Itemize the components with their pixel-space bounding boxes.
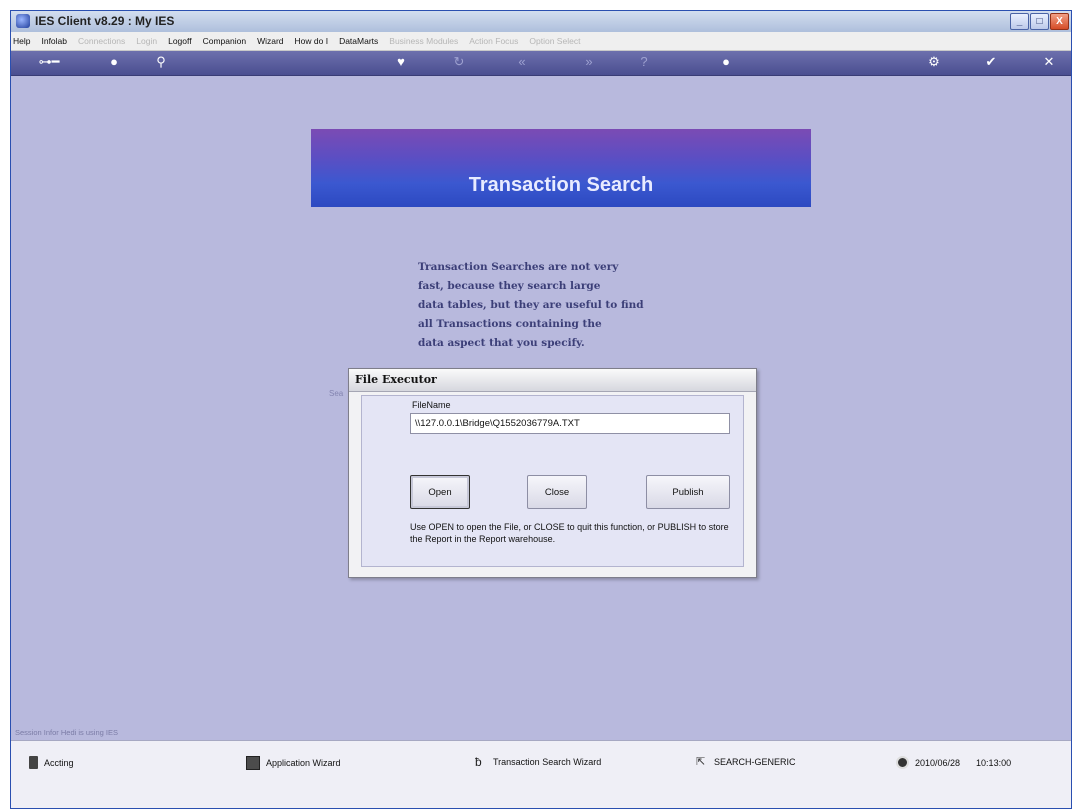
window-title: IES Client v8.29 : My IES xyxy=(35,14,175,28)
menu-login: Login xyxy=(136,36,158,46)
settings-icon[interactable]: ⚙ xyxy=(926,54,942,70)
info-icon[interactable]: ● xyxy=(106,54,122,70)
menu-companion[interactable]: Companion xyxy=(203,36,246,46)
heart-icon[interactable]: ♥ xyxy=(393,54,409,70)
task-txn-wizard-label: Transaction Search Wizard xyxy=(493,757,602,767)
search-icon[interactable]: ⚲ xyxy=(153,54,169,70)
menu-option-select: Option Select xyxy=(529,36,581,46)
minimize-button[interactable]: _ xyxy=(1010,13,1029,30)
status-line: Session Infor Hedi is using IES xyxy=(15,728,118,737)
key-icon[interactable]: ⊶━ xyxy=(29,54,69,70)
back-icon[interactable]: « xyxy=(514,54,530,70)
task-application-wizard[interactable]: Application Wizard xyxy=(246,756,341,770)
page-description: Transaction Searches are not very fast, … xyxy=(418,261,644,349)
time-label: 10:13:00 xyxy=(976,757,1012,768)
task-accounting[interactable]: Accting xyxy=(29,756,74,769)
dialog-help-text: Use OPEN to open the File, or CLOSE to q… xyxy=(410,522,729,544)
menu-business-modules: Business Modules xyxy=(389,36,459,46)
close-button[interactable]: Close xyxy=(527,475,587,509)
toolbar: ⊶━ ● ⚲ ♥ ↻ « » ? ● ⚙ ✔ ✕ xyxy=(11,51,1071,76)
task-transaction-search-wizard[interactable]: ƀ Transaction Search Wizard xyxy=(475,756,601,768)
page-banner: Transaction Search xyxy=(311,129,811,207)
menu-connections: Connections xyxy=(78,36,126,46)
menu-infolab[interactable]: Infolab xyxy=(41,36,67,46)
search-label-partial: Sea xyxy=(329,389,344,398)
help-icon[interactable]: ? xyxy=(636,54,652,70)
taskbar: Accting Application Wizard ƀ Transaction… xyxy=(11,740,1071,808)
task-search-generic[interactable]: ⇱ SEARCH-GENERIC xyxy=(696,756,796,768)
app-logo-icon xyxy=(16,14,30,28)
menu-logoff[interactable]: Logoff xyxy=(168,36,191,46)
accounting-icon xyxy=(29,756,38,769)
check-icon[interactable]: ✔ xyxy=(983,54,999,70)
date-label: 2010/06/28 xyxy=(915,757,961,768)
dialog-body: FileName Open Close Publish Use OPEN to … xyxy=(361,395,744,567)
forward-icon[interactable]: » xyxy=(581,54,597,70)
filename-input[interactable] xyxy=(410,413,730,434)
transaction-wizard-icon: ƀ xyxy=(475,755,482,769)
circle-icon[interactable]: ● xyxy=(718,54,734,70)
menu-how-do-i[interactable]: How do I xyxy=(295,36,329,46)
open-button[interactable]: Open xyxy=(410,475,470,509)
task-search-generic-label: SEARCH-GENERIC xyxy=(714,757,796,767)
menu-action-focus: Action Focus xyxy=(469,36,519,46)
search-generic-icon: ⇱ xyxy=(696,756,706,768)
file-executor-dialog: File Executor FileName Open Close Publis… xyxy=(348,368,757,578)
wizard-icon xyxy=(246,756,260,770)
window-controls: _ □ X xyxy=(1010,13,1069,30)
app-window: IES Client v8.29 : My IES _ □ X Help Inf… xyxy=(10,10,1072,809)
filename-label: FileName xyxy=(412,400,451,410)
maximize-button[interactable]: □ xyxy=(1030,13,1049,30)
date-time-display: 2010/06/28 10:13:00 xyxy=(896,756,1011,769)
dialog-title: File Executor xyxy=(349,369,756,392)
clock-icon xyxy=(896,756,909,769)
page-title: Transaction Search xyxy=(468,174,654,196)
publish-button[interactable]: Publish xyxy=(646,475,730,509)
task-app-wizard-label: Application Wizard xyxy=(266,758,341,768)
close-window-button[interactable]: X xyxy=(1050,13,1069,30)
title-bar: IES Client v8.29 : My IES _ □ X xyxy=(11,11,1071,32)
menu-bar: Help Infolab Connections Login Logoff Co… xyxy=(11,32,1071,51)
menu-help[interactable]: Help xyxy=(13,36,30,46)
menu-datamarts[interactable]: DataMarts xyxy=(339,36,378,46)
close-icon[interactable]: ✕ xyxy=(1041,54,1057,70)
refresh-icon[interactable]: ↻ xyxy=(451,54,467,70)
menu-wizard[interactable]: Wizard xyxy=(257,36,283,46)
task-accounting-label: Accting xyxy=(44,757,74,768)
